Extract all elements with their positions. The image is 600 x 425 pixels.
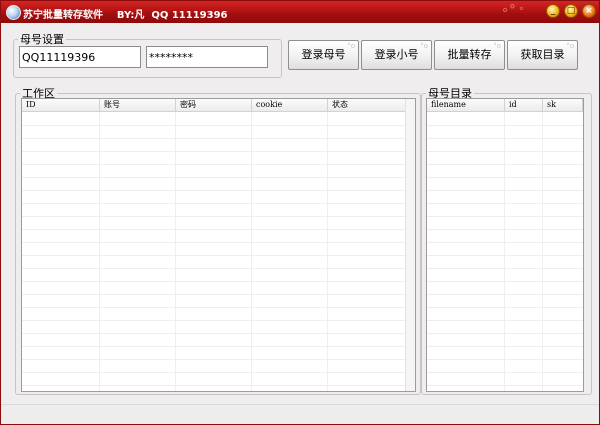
column-divider <box>251 112 252 391</box>
account-settings-legend: 母号设置 <box>20 33 64 46</box>
directory-col-filename[interactable]: filename <box>427 99 505 112</box>
bubble-decoration-icon: °o <box>493 42 501 50</box>
directory-col-id[interactable]: id <box>505 99 543 112</box>
fetch-directory-label: 获取目录 <box>520 48 565 61</box>
maximize-button[interactable]: □ <box>564 4 578 18</box>
workspace-list[interactable]: ID 账号 密码 cookie 状态 <box>21 98 416 392</box>
login-master-label: 登录母号 <box>301 48 346 61</box>
batch-transfer-label: 批量转存 <box>447 48 492 61</box>
column-divider <box>542 112 543 391</box>
login-sub-label: 登录小号 <box>374 48 419 61</box>
column-divider <box>504 112 505 391</box>
workspace-col-id[interactable]: ID <box>22 99 100 112</box>
bubble-decoration-icon: ∘° <box>501 3 516 18</box>
window-title: 苏宁批量转存软件 BY:凡 QQ 11119396 <box>23 10 228 21</box>
column-divider <box>327 112 328 391</box>
close-button[interactable]: × <box>582 4 596 18</box>
column-divider <box>175 112 176 391</box>
status-bar <box>1 404 599 424</box>
column-divider <box>99 112 100 391</box>
title-bar[interactable]: 苏宁批量转存软件 BY:凡 QQ 11119396 ∘° ° _ □ × <box>1 1 599 23</box>
directory-col-sk[interactable]: sk <box>543 99 583 112</box>
workspace-col-cookie[interactable]: cookie <box>252 99 328 112</box>
workspace-scrollbar[interactable] <box>405 99 415 391</box>
bubble-decoration-icon: °o <box>420 42 428 50</box>
minimize-button[interactable]: _ <box>546 4 560 18</box>
bubble-decoration-icon: °o <box>566 42 574 50</box>
fetch-directory-button[interactable]: 获取目录 °o <box>507 40 578 70</box>
master-qq-input[interactable] <box>19 46 141 68</box>
bubble-decoration-icon: ° <box>519 6 524 17</box>
app-globe-icon <box>6 5 21 20</box>
workspace-col-account[interactable]: 账号 <box>100 99 176 112</box>
master-password-input[interactable] <box>146 46 268 68</box>
login-sub-button[interactable]: 登录小号 °o <box>361 40 432 70</box>
login-master-button[interactable]: 登录母号 °o <box>288 40 359 70</box>
bubble-decoration-icon: °o <box>347 42 355 50</box>
workspace-col-password[interactable]: 密码 <box>176 99 252 112</box>
batch-transfer-button[interactable]: 批量转存 °o <box>434 40 505 70</box>
workspace-col-status[interactable]: 状态 <box>328 99 406 112</box>
master-directory-list[interactable]: filename id sk <box>426 98 584 392</box>
main-window: 苏宁批量转存软件 BY:凡 QQ 11119396 ∘° ° _ □ × 母号设… <box>0 0 600 425</box>
